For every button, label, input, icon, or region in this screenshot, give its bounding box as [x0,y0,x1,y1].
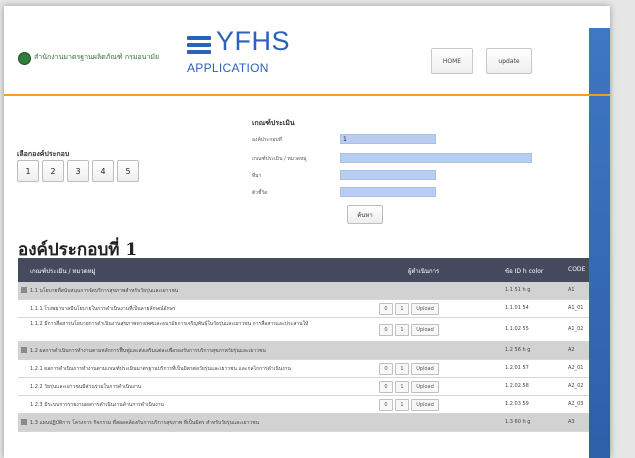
component-button-3[interactable]: 3 [67,160,89,182]
row-indicator: 1.3 60 h g [505,419,531,425]
row-indicator: 1.1.01 54 [505,305,529,311]
row-code: A1 [568,287,575,293]
row-actions: 0 1 Upload [379,303,441,315]
criteria-table: เกณฑ์ประเมิน / หมวดหมู่ ผู้ดำเนินการ ข้อ… [18,258,589,432]
app-title: YFHS [216,26,291,56]
row-indicator: 1.2.02 58 [505,383,529,389]
table-row[interactable]: 1.1 นโยบายที่สนับสนุนการจัดบริการสุขภาพส… [18,282,589,300]
header-criteria: เกณฑ์ประเมิน / หมวดหมู่ [30,268,96,275]
upload-button[interactable]: Upload [411,303,439,315]
row-text: 1.2.1 ผลการดำเนินการทำงานตามเกณฑ์ประเมิน… [30,366,291,372]
header-indicators: ข้อ ID h color [505,268,544,275]
action-button-0[interactable]: 0 [379,303,393,315]
component-button-1[interactable]: 1 [17,160,39,182]
action-button-0[interactable]: 0 [379,324,393,336]
upload-button[interactable]: Upload [411,381,439,393]
table-row[interactable]: 1.3 แผนปฏิบัติการ โครงการ กิจกรรม ที่สอด… [18,414,589,432]
row-checkbox[interactable] [21,347,27,353]
indicator-input[interactable] [340,187,436,197]
upload-button[interactable]: Upload [411,399,439,411]
app-subtitle: APPLICATION [187,61,269,75]
row-text: 1.1 นโยบายที่สนับสนุนการจัดบริการสุขภาพส… [30,288,179,294]
row-actions: 0 1 Upload [379,399,441,411]
row-indicator: 1.2.03 59 [505,401,529,407]
criteria-input[interactable] [340,153,532,163]
component-button-4[interactable]: 4 [92,160,114,182]
action-button-1[interactable]: 1 [395,399,409,411]
update-button[interactable]: update [486,48,532,74]
header-code: CODE [568,266,586,273]
component-input[interactable]: 1 [340,134,436,144]
component-field-label: องค์ประกอบที่ [252,137,282,143]
row-indicator: 1.1.02 55 [505,326,529,332]
component-button-2[interactable]: 2 [42,160,64,182]
department-logo-icon [18,52,31,65]
table-row[interactable]: 1.2.2 วัยรุ่นและเยาวชนมีส่วนร่วมในการดำเ… [18,378,589,396]
upload-button[interactable]: Upload [411,363,439,375]
row-text: 1.1.1 โรงพยาบาลมีนโยบายในการดำเนินงานที่… [30,306,176,312]
indicator-field-label: ตัวชี้วัด [252,190,268,196]
row-text: 1.3 แผนปฏิบัติการ โครงการ กิจกรรม ที่สอด… [30,420,259,426]
app-window: สำนักงานมาตรฐานผลิตภัณฑ์ กรมอนามัย YFHS … [4,6,610,458]
row-actions: 0 1 Upload [379,324,441,336]
search-button[interactable]: ค้นหา [347,205,383,224]
row-indicator: 1.1 51 h g [505,287,531,293]
row-code: A2_03 [568,401,584,407]
table-header: เกณฑ์ประเมิน / หมวดหมู่ ผู้ดำเนินการ ข้อ… [18,258,589,282]
row-checkbox[interactable] [21,287,27,293]
row-indicator: 1.2.01 57 [505,365,529,371]
row-code: A1_01 [568,305,584,311]
action-button-1[interactable]: 1 [395,324,409,336]
component-selector-label: เลือกองค์ประกอบ [17,150,70,158]
upload-button[interactable]: Upload [411,324,439,336]
action-button-1[interactable]: 1 [395,303,409,315]
row-code: A2 [568,347,575,353]
table-row[interactable]: 1.2.3 มีระบบการรายงานผลการดำเนินงานด้านก… [18,396,589,414]
component-button-5[interactable]: 5 [117,160,139,182]
table-row[interactable]: 1.2.1 ผลการดำเนินการทำงานตามเกณฑ์ประเมิน… [18,360,589,378]
row-actions: 0 1 Upload [379,381,441,393]
row-code: A1_02 [568,326,584,332]
action-button-1[interactable]: 1 [395,381,409,393]
row-checkbox[interactable] [21,419,27,425]
header-actions: ผู้ดำเนินการ [408,268,440,275]
source-input[interactable] [340,170,436,180]
action-button-1[interactable]: 1 [395,363,409,375]
action-button-0[interactable]: 0 [379,399,393,411]
criteria-field-label: เกณฑ์ประเมิน / หมวดหมู่ [252,156,307,162]
criteria-title: เกณฑ์ประเมิน [252,119,295,127]
table-row[interactable]: 1.1.1 โรงพยาบาลมีนโยบายในการดำเนินงานที่… [18,300,589,318]
yfhs-logo-icon [187,36,211,56]
row-text: 1.2 ผลการดำเนินการทำงานตามหลักการฟื้นฟูแ… [30,348,266,354]
row-code: A3 [568,419,575,425]
table-row[interactable]: 1.2 ผลการดำเนินการทำงานตามหลักการฟื้นฟูแ… [18,342,589,360]
table-row[interactable]: 1.1.2 มีการสื่อสารนโยบายการดำเนินงานสุขภ… [18,318,589,342]
action-button-0[interactable]: 0 [379,381,393,393]
header: สำนักงานมาตรฐานผลิตภัณฑ์ กรมอนามัย YFHS … [4,6,610,96]
source-field-label: ที่มา [252,173,262,179]
row-text: 1.2.3 มีระบบการรายงานผลการดำเนินงานด้านก… [30,402,164,408]
row-text: 1.2.2 วัยรุ่นและเยาวชนมีส่วนร่วมในการดำเ… [30,384,142,390]
row-indicator: 1.2 56 h g [505,347,531,353]
row-text: 1.1.2 มีการสื่อสารนโยบายการดำเนินงานสุขภ… [30,321,309,327]
department-name: สำนักงานมาตรฐานผลิตภัณฑ์ กรมอนามัย [34,53,160,61]
home-button[interactable]: HOME [431,48,473,74]
action-button-0[interactable]: 0 [379,363,393,375]
row-actions: 0 1 Upload [379,363,441,375]
row-code: A2_01 [568,365,584,371]
row-code: A2_02 [568,383,584,389]
